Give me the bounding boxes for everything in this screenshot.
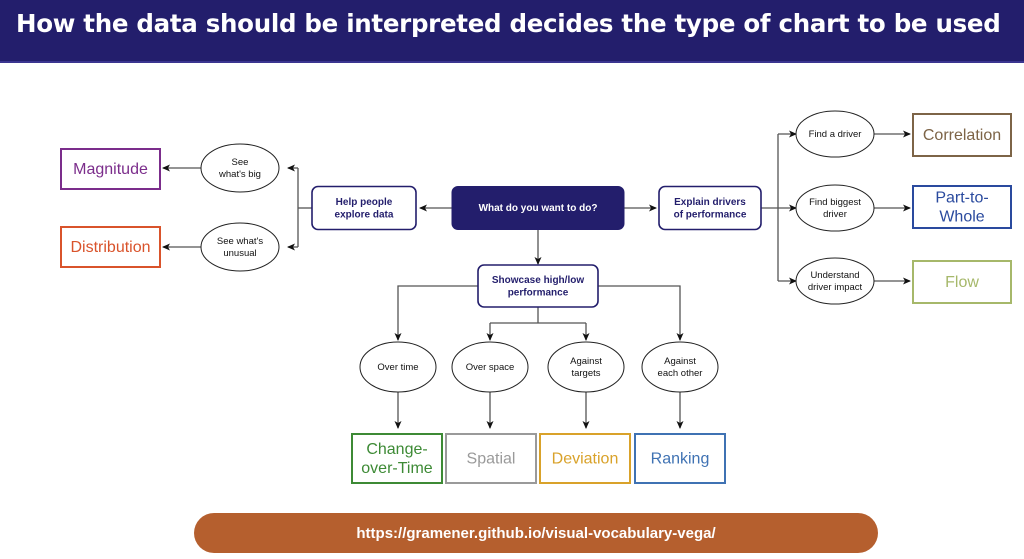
explain-drivers-node-label: Explain drivers of performance	[674, 196, 747, 220]
chart-type-distribution[interactable]: Distribution	[60, 226, 161, 268]
chart-type-ranking[interactable]: Ranking	[634, 433, 726, 484]
question-node-distribution-label: See what's unusual	[217, 236, 263, 259]
chart-type-spatial-label: Spatial	[467, 450, 516, 467]
chart-type-deviation[interactable]: Deviation	[539, 433, 631, 484]
question-node-correlation-label: Find a driver	[809, 129, 862, 140]
question-node-magnitude[interactable]: See what's big	[200, 143, 280, 193]
question-node-deviation-label: Against targets	[570, 356, 602, 379]
explain-drivers-node[interactable]: Explain drivers of performance	[658, 185, 762, 231]
question-node-spatial-label: Over space	[466, 362, 515, 373]
chart-type-spatial[interactable]: Spatial	[445, 433, 537, 484]
chart-type-magnitude-label: Magnitude	[73, 161, 148, 178]
chart-type-flow[interactable]: Flow	[912, 260, 1012, 304]
source-link-pill[interactable]: https://gramener.github.io/visual-vocabu…	[194, 513, 878, 553]
question-node-change_over_time-label: Over time	[377, 362, 418, 373]
chart-type-flow-label: Flow	[945, 274, 979, 291]
question-node-ranking-label: Against each other	[658, 356, 703, 379]
chart-type-correlation[interactable]: Correlation	[912, 113, 1012, 157]
chart-type-correlation-label: Correlation	[923, 127, 1001, 144]
question-node-correlation[interactable]: Find a driver	[795, 110, 875, 158]
flowchart-nodes: What do you want to do? Help people explor…	[60, 110, 1012, 484]
source-url-link[interactable]: https://gramener.github.io/visual-vocabu…	[356, 525, 715, 542]
chart-type-change_over_time[interactable]: Change-over-Time	[351, 433, 443, 484]
chart-type-ranking-label: Ranking	[651, 450, 710, 467]
question-node-spatial[interactable]: Over space	[451, 341, 529, 393]
question-node-flow-label: Understand driver impact	[808, 270, 863, 293]
root-question-node[interactable]: What do you want to do?	[451, 186, 625, 230]
root-question-node-label: What do you want to do?	[479, 203, 598, 214]
question-node-part_to_whole[interactable]: Find biggest driver	[795, 184, 875, 232]
explore-data-node-label: Help people explore data	[335, 196, 394, 220]
question-node-flow[interactable]: Understand driver impact	[795, 257, 875, 305]
chart-type-magnitude[interactable]: Magnitude	[60, 148, 161, 190]
chart-type-deviation-label: Deviation	[552, 450, 619, 467]
question-node-ranking[interactable]: Against each other	[641, 341, 719, 393]
showcase-performance-node[interactable]: Showcase high/low performance	[477, 264, 599, 308]
question-node-deviation[interactable]: Against targets	[547, 341, 625, 393]
explore-data-node[interactable]: Help people explore data	[311, 185, 417, 231]
edge-showcase-to-q1	[394, 285, 478, 341]
question-node-distribution[interactable]: See what's unusual	[200, 222, 280, 272]
edge-showcase-to-q4	[598, 285, 684, 341]
question-node-change_over_time[interactable]: Over time	[359, 341, 437, 393]
chart-type-distribution-label: Distribution	[70, 239, 150, 256]
chart-type-part_to_whole[interactable]: Part-to-Whole	[912, 185, 1012, 229]
decision-flowchart: What do you want to do? Help people explor…	[60, 110, 1012, 484]
